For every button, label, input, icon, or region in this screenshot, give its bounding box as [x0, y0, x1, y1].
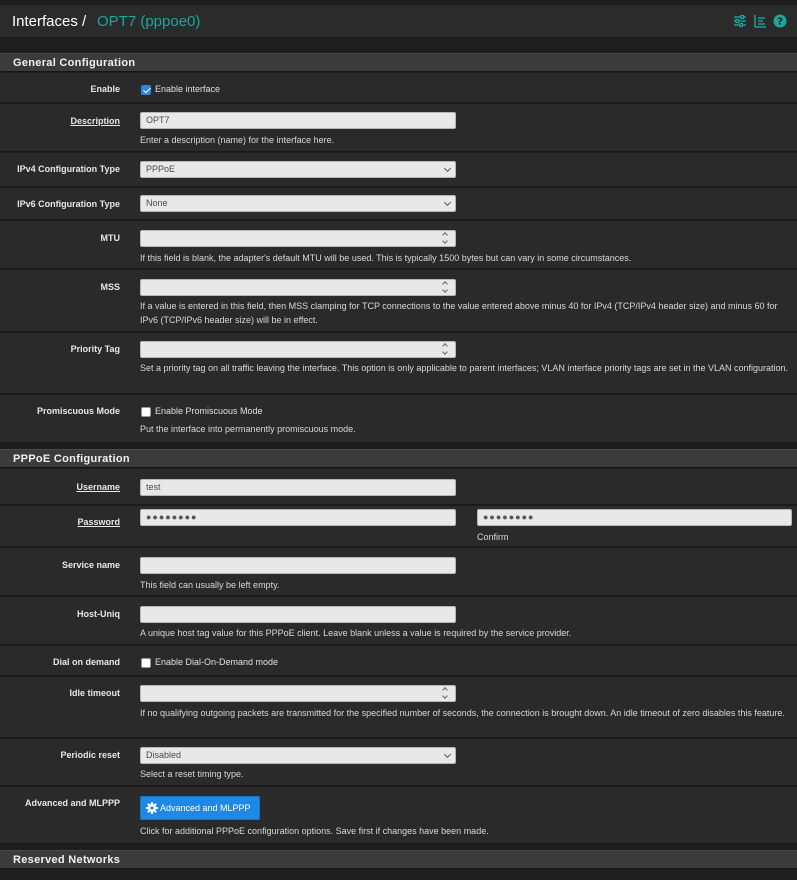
mtu-input[interactable]	[140, 230, 456, 247]
promisc-help: Put the interface into permanently promi…	[140, 424, 356, 434]
dial-row: Dial on demand Enable Dial-On-Demand mod…	[0, 646, 797, 676]
password-row: Password ●●●●●●●● ●●●●●●●● Confirm	[0, 506, 797, 547]
breadcrumb-interfaces[interactable]: Interfaces /	[12, 13, 86, 30]
priority-input[interactable]	[140, 341, 456, 358]
hostuniq-row: Host-Uniq A unique host tag value for th…	[0, 597, 797, 645]
idle-label: Idle timeout	[69, 688, 120, 698]
pppoe-config-heading: PPPoE Configuration	[0, 449, 797, 468]
username-row: Username test	[0, 469, 797, 505]
mtu-help: If this field is blank, the adapter's de…	[140, 253, 632, 263]
advanced-row: Advanced and MLPPP Advanced and MLPPP Cl…	[0, 787, 797, 844]
service-input[interactable]	[140, 557, 456, 574]
username-label: Username	[76, 482, 120, 492]
mss-row: MSS If a value is entered in this field,…	[0, 270, 797, 332]
dial-checkbox[interactable]	[141, 658, 151, 668]
ipv6-label: IPv6 Configuration Type	[17, 199, 120, 209]
description-help: Enter a description (name) for the inter…	[140, 135, 335, 145]
advanced-label: Advanced and MLPPP	[24, 798, 120, 808]
advanced-help: Click for additional PPPoE configuration…	[140, 826, 489, 836]
reset-row: Periodic reset Disabled Select a reset t…	[0, 739, 797, 786]
dial-checkbox-label[interactable]: Enable Dial-On-Demand mode	[155, 657, 278, 667]
ipv4-label: IPv4 Configuration Type	[17, 164, 120, 174]
hostuniq-label: Host-Uniq	[77, 609, 120, 619]
breadcrumb-current: OPT7 (pppoe0)	[97, 13, 201, 30]
advanced-button-label: Advanced and MLPPP	[160, 803, 251, 813]
enable-checkbox-label[interactable]: Enable interface	[155, 84, 220, 94]
priority-row: Priority Tag Set a priority tag on all t…	[0, 333, 797, 394]
mss-label: MSS	[100, 282, 120, 292]
promisc-label: Promiscuous Mode	[36, 406, 120, 416]
description-row: Description OPT7 Enter a description (na…	[0, 104, 797, 152]
description-input[interactable]: OPT7	[140, 112, 456, 129]
description-label: Description	[70, 116, 120, 126]
idle-row: Idle timeout If no qualifying outgoing p…	[0, 677, 797, 738]
mtu-label: MTU	[100, 233, 121, 243]
promisc-checkbox[interactable]	[141, 407, 151, 417]
ipv6-row: IPv6 Configuration Type None	[0, 188, 797, 220]
general-config-heading: General Configuration	[0, 53, 797, 72]
gear-icon	[146, 802, 158, 814]
reset-select[interactable]: Disabled	[140, 747, 456, 764]
hostuniq-input[interactable]	[140, 606, 456, 623]
svg-text:?: ?	[777, 17, 783, 28]
password-input[interactable]: ●●●●●●●●	[140, 509, 456, 526]
promisc-checkbox-label[interactable]: Enable Promiscuous Mode	[155, 406, 263, 416]
password-label: Password	[77, 517, 120, 527]
idle-help: If no qualifying outgoing packets are tr…	[140, 708, 785, 718]
enable-checkbox[interactable]	[141, 85, 151, 95]
reset-help: Select a reset timing type.	[140, 769, 244, 779]
service-row: Service name This field can usually be l…	[0, 548, 797, 596]
mss-help: If a value is entered in this field, the…	[140, 301, 778, 325]
help-icon[interactable]: ?	[773, 14, 787, 28]
sliders-icon[interactable]	[733, 14, 747, 28]
priority-help: Set a priority tag on all traffic leavin…	[140, 363, 789, 373]
service-help: This field can usually be left empty.	[140, 580, 280, 590]
enable-label: Enable	[90, 84, 120, 94]
mtu-row: MTU If this field is blank, the adapter'…	[0, 221, 797, 269]
reserved-networks-heading: Reserved Networks	[0, 850, 797, 869]
ipv4-select[interactable]: PPPoE	[140, 161, 456, 178]
pppoe-config-title: PPPoE Configuration	[13, 453, 130, 465]
enable-row: Enable Enable interface	[0, 73, 797, 103]
reserved-networks-title: Reserved Networks	[13, 854, 121, 866]
ipv4-row: IPv4 Configuration Type PPPoE	[0, 153, 797, 187]
priority-label: Priority Tag	[70, 344, 120, 354]
hostuniq-help: A unique host tag value for this PPPoE c…	[140, 628, 572, 638]
dial-label: Dial on demand	[52, 657, 120, 667]
page-header: Interfaces / OPT7 (pppoe0) ?	[0, 5, 797, 38]
advanced-button[interactable]: Advanced and MLPPP	[140, 796, 260, 820]
ipv6-select[interactable]: None	[140, 195, 456, 212]
username-input[interactable]: test	[140, 479, 456, 496]
password-confirm-label: Confirm	[477, 532, 509, 542]
idle-input[interactable]	[140, 685, 456, 702]
mss-input[interactable]	[140, 279, 456, 296]
service-label: Service name	[61, 560, 120, 570]
reset-label: Periodic reset	[60, 750, 120, 760]
general-config-title: General Configuration	[13, 57, 136, 69]
header-icons: ?	[733, 14, 787, 28]
promisc-row: Promiscuous Mode Enable Promiscuous Mode…	[0, 395, 797, 443]
password-confirm-input[interactable]: ●●●●●●●●	[477, 509, 792, 526]
list-icon[interactable]	[753, 14, 767, 28]
